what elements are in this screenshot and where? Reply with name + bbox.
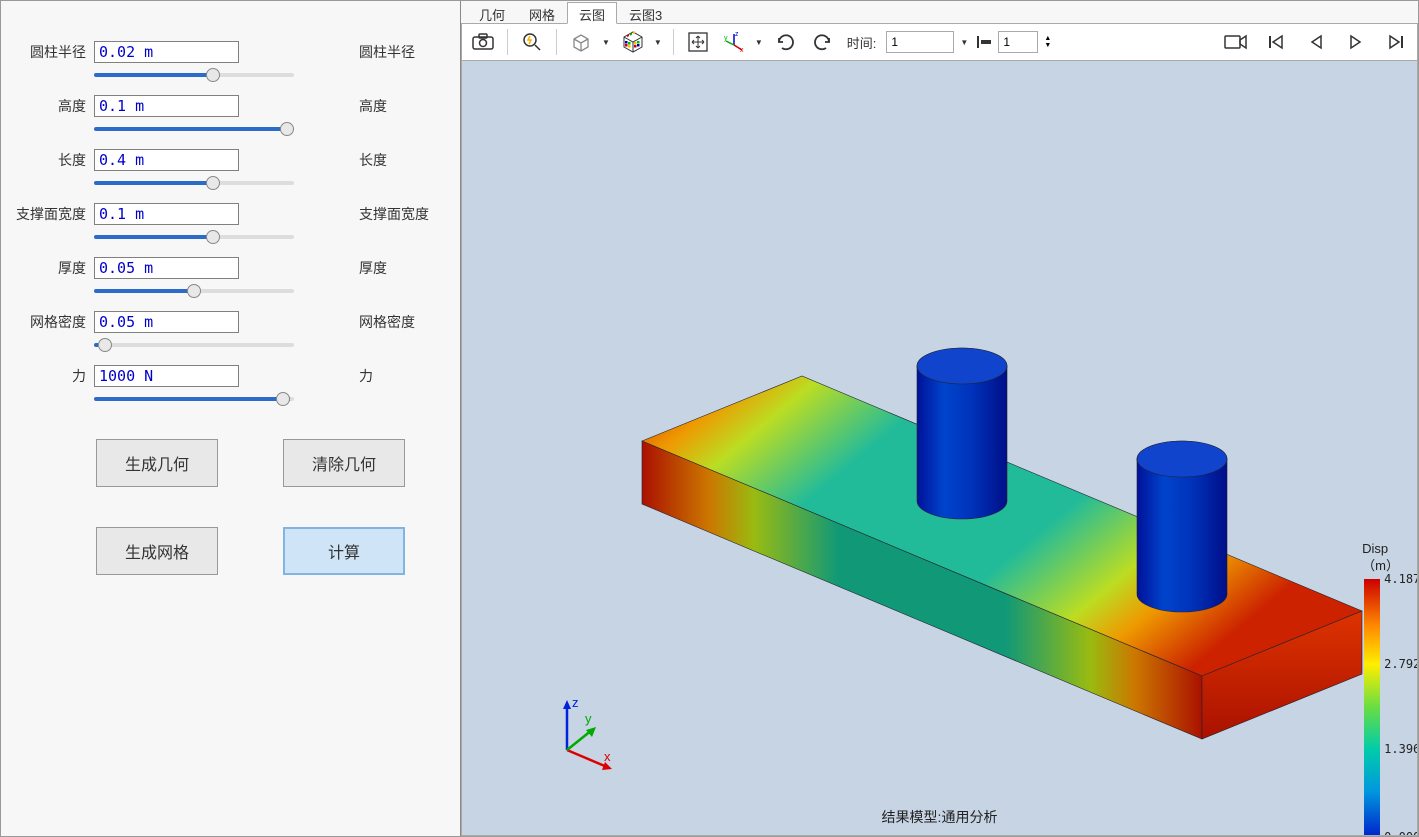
param-input-0[interactable]	[94, 41, 239, 63]
stepper-icon[interactable]: ▲▼	[1044, 35, 1051, 49]
param-label: 支撑面宽度	[1, 204, 86, 224]
calculate-button[interactable]: 计算	[283, 527, 405, 575]
param-input-5[interactable]	[94, 311, 239, 333]
legend-tick: 2.792e-06	[1384, 657, 1418, 671]
param-label: 网格密度	[1, 312, 86, 332]
param-slider-1[interactable]	[94, 126, 294, 132]
param-input-3[interactable]	[94, 203, 239, 225]
param-slider-6[interactable]	[94, 396, 294, 402]
dropdown-icon[interactable]: ▼	[652, 38, 664, 47]
param-right-label: 长度	[359, 150, 387, 170]
param-input-2[interactable]	[94, 149, 239, 171]
dropdown-icon[interactable]: ▼	[753, 38, 765, 47]
legend-tick: 0.000e+00	[1384, 830, 1418, 836]
param-right-label: 支撑面宽度	[359, 204, 429, 224]
param-right-label: 圆柱半径	[359, 42, 415, 62]
result-model-label: 结果模型:通用分析	[882, 807, 998, 827]
first-frame-icon[interactable]	[1261, 27, 1291, 57]
svg-text:x: x	[740, 47, 744, 53]
param-right-label: 网格密度	[359, 312, 415, 332]
generate-mesh-button[interactable]: 生成网格	[96, 527, 218, 575]
view-tabs: 几何网格云图云图3	[461, 1, 1418, 23]
param-label: 长度	[1, 150, 86, 170]
svg-text:x: x	[604, 749, 611, 764]
tab-网格[interactable]: 网格	[517, 2, 567, 24]
param-slider-2[interactable]	[94, 180, 294, 186]
param-input-6[interactable]	[94, 365, 239, 387]
camera-icon[interactable]	[468, 27, 498, 57]
svg-text:y: y	[585, 711, 592, 726]
param-right-label: 厚度	[359, 258, 387, 278]
viewport-3d[interactable]: z x y Disp （m） 4.187e-062.792e-061.396e-…	[461, 61, 1418, 836]
tab-几何[interactable]: 几何	[467, 2, 517, 24]
generate-geometry-button[interactable]: 生成几何	[96, 439, 218, 487]
param-slider-0[interactable]	[94, 72, 294, 78]
param-input-4[interactable]	[94, 257, 239, 279]
svg-text:y: y	[724, 35, 728, 42]
param-slider-4[interactable]	[94, 288, 294, 294]
param-right-label: 高度	[359, 96, 387, 116]
rubiks-cube-icon[interactable]	[618, 27, 648, 57]
legend-tick: 4.187e-06	[1384, 572, 1418, 586]
fit-view-icon[interactable]	[683, 27, 713, 57]
param-label: 力	[1, 366, 86, 386]
last-frame-icon[interactable]	[1381, 27, 1411, 57]
play-icon[interactable]	[1341, 27, 1371, 57]
rotate-ccw-icon[interactable]	[807, 27, 837, 57]
zoom-lightning-icon[interactable]	[517, 27, 547, 57]
param-right-label: 力	[359, 366, 373, 386]
param-label: 圆柱半径	[1, 42, 86, 62]
prev-frame-icon[interactable]	[1301, 27, 1331, 57]
param-label: 高度	[1, 96, 86, 116]
tab-云图[interactable]: 云图	[567, 2, 617, 24]
axis-orientation-icon[interactable]: z x y	[719, 27, 749, 57]
dropdown-icon[interactable]: ▼	[958, 38, 970, 47]
color-legend: Disp （m） 4.187e-062.792e-061.396e-060.00…	[1362, 541, 1399, 836]
svg-text:z: z	[572, 695, 579, 710]
time-label: 时间:	[847, 33, 877, 52]
param-label: 厚度	[1, 258, 86, 278]
time-input[interactable]	[886, 31, 954, 53]
param-slider-5[interactable]	[94, 342, 294, 348]
model-render	[612, 321, 1392, 741]
svg-text:z: z	[735, 31, 739, 38]
tab-云图3[interactable]: 云图3	[617, 2, 674, 24]
step-input[interactable]	[998, 31, 1038, 53]
legend-tick: 1.396e-06	[1384, 742, 1418, 756]
rotate-cw-icon[interactable]	[771, 27, 801, 57]
dropdown-icon[interactable]: ▼	[600, 38, 612, 47]
parameter-panel: 圆柱半径 圆柱半径 高度 高度 长度 长度 支撑面宽度 支撑面宽度 厚度 厚度	[1, 1, 461, 836]
video-camera-icon[interactable]	[1221, 27, 1251, 57]
step-back-icon[interactable]	[976, 31, 992, 53]
param-input-1[interactable]	[94, 95, 239, 117]
viewport-toolbar: ▼ ▼	[461, 23, 1418, 61]
cube-transparent-icon[interactable]	[566, 27, 596, 57]
clear-geometry-button[interactable]: 清除几何	[283, 439, 405, 487]
param-slider-3[interactable]	[94, 234, 294, 240]
axis-triad: z x y	[542, 695, 622, 775]
